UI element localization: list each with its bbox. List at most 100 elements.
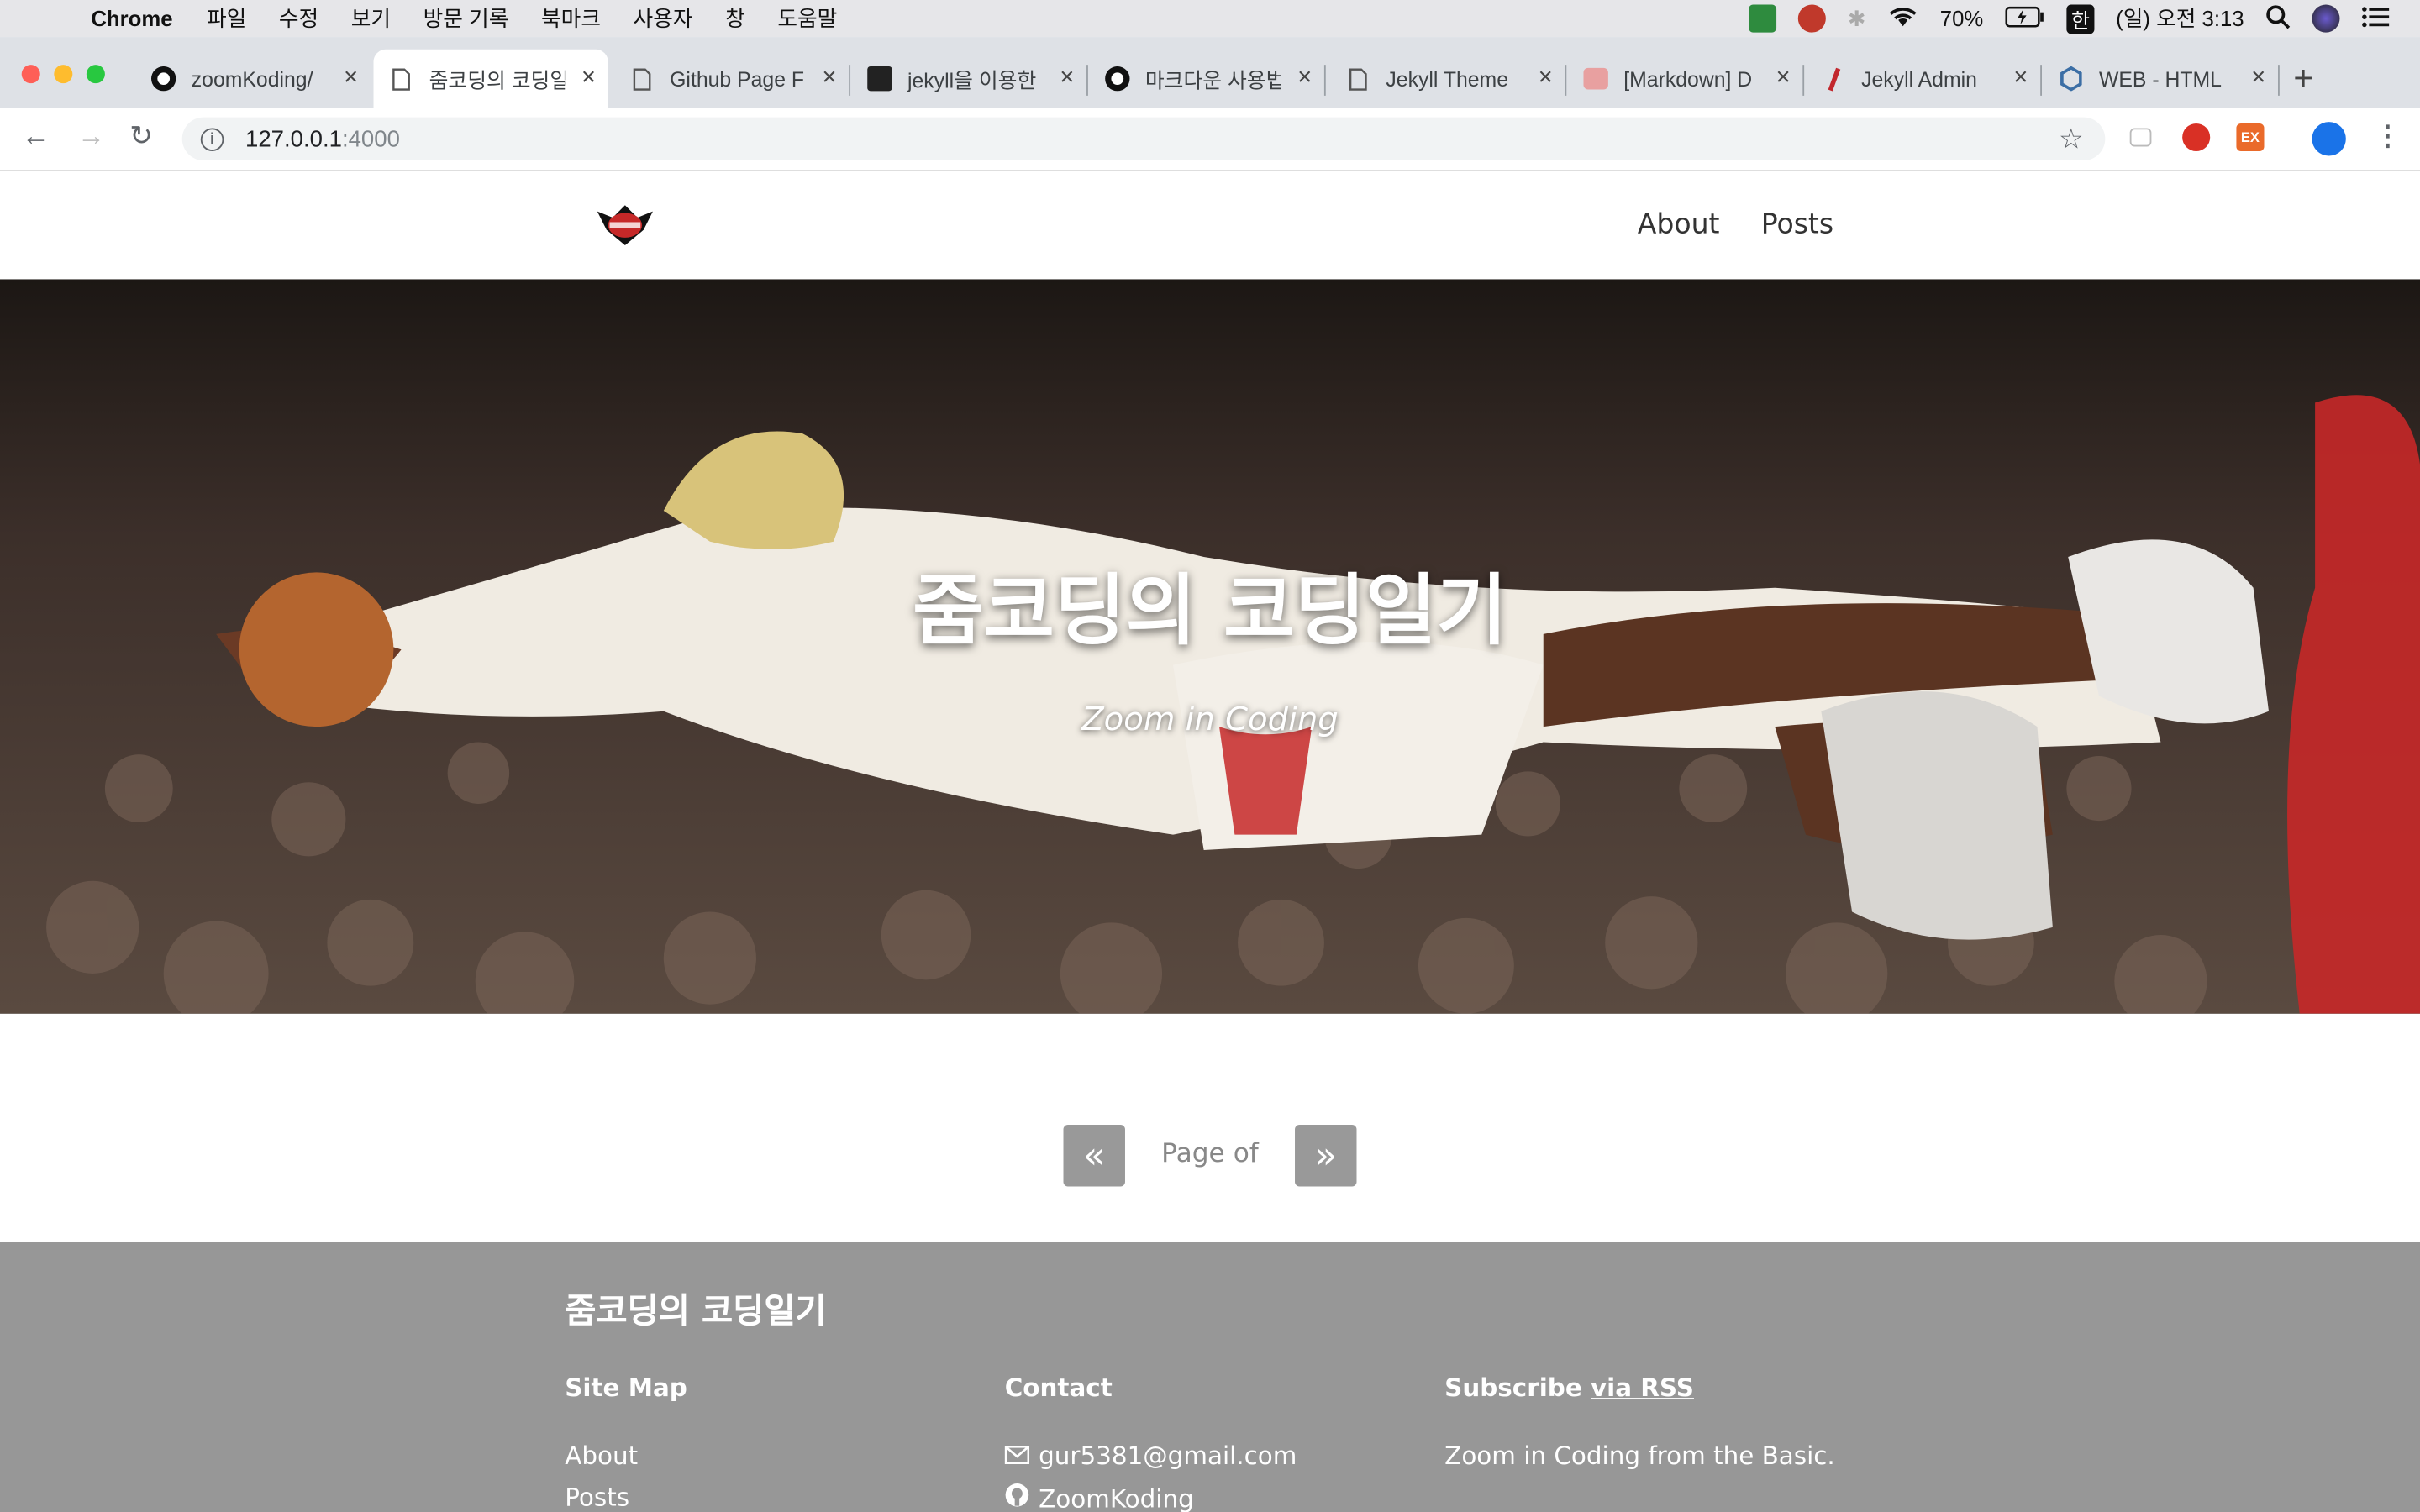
menu-view[interactable]: 보기 bbox=[351, 3, 391, 34]
adblock-extension-icon[interactable] bbox=[2182, 123, 2211, 151]
status-app-icon[interactable] bbox=[1749, 4, 1777, 33]
tab-title: 마크다운 사용법 bbox=[1144, 69, 1281, 93]
back-arrow-icon[interactable]: ← bbox=[22, 120, 50, 153]
menu-file[interactable]: 파일 bbox=[207, 3, 246, 34]
tab-separator bbox=[1323, 65, 1326, 96]
page-icon bbox=[1346, 66, 1370, 91]
github-icon bbox=[1005, 1483, 1029, 1512]
close-tab-icon[interactable]: × bbox=[2013, 65, 2028, 92]
tab-separator bbox=[849, 65, 851, 96]
close-tab-icon[interactable]: × bbox=[1297, 65, 1312, 92]
tab-zoomkoding-github[interactable]: zoomKoding/ × bbox=[136, 50, 371, 108]
menubar-clock[interactable]: (일) 오전 3:13 bbox=[2116, 3, 2244, 34]
github-icon bbox=[151, 66, 176, 92]
menu-help[interactable]: 도움말 bbox=[777, 3, 837, 34]
tab-separator bbox=[1565, 65, 1567, 96]
address-bar[interactable]: i 127.0.0.1 :4000 ☆ bbox=[182, 117, 2106, 161]
close-tab-icon[interactable]: × bbox=[1060, 65, 1074, 92]
footer-subscribe-text: Zoom in Coding from the Basic. bbox=[1444, 1441, 1835, 1471]
hero-banner: 줌코딩의 코딩일기 Zoom in Coding bbox=[0, 279, 2420, 1014]
tab-markdown-usage[interactable]: 마크다운 사용법 × bbox=[1090, 50, 1326, 108]
tab-strip: zoomKoding/ × 줌코딩의 코딩일 × Github Page F ×… bbox=[0, 37, 2420, 108]
forward-arrow-icon[interactable]: → bbox=[77, 120, 105, 153]
chat-status-icon[interactable] bbox=[1798, 4, 1827, 33]
markdown-icon bbox=[1583, 66, 1608, 91]
tab-separator bbox=[1802, 65, 1805, 96]
hero-title: 줌코딩의 코딩일기 bbox=[913, 566, 1507, 656]
tab-active-site[interactable]: 줌코딩의 코딩일 × bbox=[373, 49, 608, 108]
kebab-menu-icon[interactable]: ⋮ bbox=[2374, 120, 2402, 153]
tab-separator bbox=[2278, 65, 2280, 96]
tab-title: 줌코딩의 코딩일 bbox=[429, 69, 566, 93]
tab-jekyll-admin[interactable]: Jekyll Admin × bbox=[1806, 50, 2042, 108]
footer-site-title: 줌코딩의 코딩일기 bbox=[565, 1293, 827, 1332]
tab-separator bbox=[2040, 65, 2042, 96]
page-icon bbox=[389, 66, 413, 91]
close-tab-icon[interactable]: × bbox=[2251, 65, 2265, 92]
close-tab-icon[interactable]: × bbox=[1776, 65, 1790, 92]
tab-title: Jekyll Admin bbox=[1861, 66, 1977, 91]
previous-page-button[interactable]: « bbox=[1063, 1124, 1125, 1187]
menu-history[interactable]: 방문 기록 bbox=[424, 3, 509, 34]
tab-title: [Markdown] D bbox=[1623, 66, 1753, 91]
footer-sitemap-heading: Site Map bbox=[565, 1373, 687, 1403]
tab-title: Jekyll Theme bbox=[1386, 66, 1509, 91]
menu-bookmarks[interactable]: 북마크 bbox=[541, 3, 601, 34]
rss-link[interactable]: via RSS bbox=[1591, 1373, 1694, 1403]
menubar-app-name[interactable]: Chrome bbox=[91, 6, 172, 30]
footer-email-link[interactable]: gur5381@gmail.com bbox=[1004, 1441, 1297, 1471]
bluetooth-icon[interactable]: ✱ bbox=[1848, 5, 1866, 31]
page-indicator: Page of bbox=[1161, 1138, 1259, 1170]
macos-menubar: Chrome 파일 수정 보기 방문 기록 북마크 사용자 창 도움말 ✱ 70… bbox=[0, 0, 2420, 38]
footer-about-link[interactable]: About bbox=[565, 1441, 638, 1471]
tab-title: WEB - HTML bbox=[2098, 66, 2222, 91]
site-footer: 줌코딩의 코딩일기 Site Map About Posts Contact g… bbox=[0, 1242, 2420, 1512]
footer-github-link[interactable]: ZoomKoding bbox=[1005, 1483, 1194, 1512]
nav-about-link[interactable]: About bbox=[1638, 208, 1720, 241]
close-tab-icon[interactable]: × bbox=[581, 65, 596, 92]
tab-markdown-doc[interactable]: [Markdown] D × bbox=[1568, 50, 1805, 108]
address-port: :4000 bbox=[341, 125, 400, 152]
blog-icon bbox=[867, 66, 892, 92]
site-header: About Posts bbox=[0, 171, 2420, 280]
battery-percent[interactable]: 70% bbox=[1940, 6, 1983, 30]
bookmark-star-icon[interactable]: ☆ bbox=[2059, 123, 2084, 155]
hex-icon bbox=[2059, 66, 2083, 92]
jekyll-icon bbox=[1821, 66, 1845, 91]
notification-center-icon[interactable] bbox=[2361, 5, 2390, 31]
menu-people[interactable]: 사용자 bbox=[634, 3, 693, 34]
tab-title: zoomKoding/ bbox=[191, 66, 313, 91]
close-window-button[interactable] bbox=[21, 65, 40, 84]
profile-avatar-icon[interactable] bbox=[2312, 122, 2346, 156]
window-controls bbox=[21, 65, 105, 84]
nav-posts-link[interactable]: Posts bbox=[1761, 208, 1833, 241]
menu-window[interactable]: 창 bbox=[725, 3, 745, 34]
input-source-indicator[interactable]: 한 bbox=[2066, 3, 2095, 34]
github-icon bbox=[1105, 66, 1130, 92]
close-tab-icon[interactable]: × bbox=[1539, 65, 1553, 92]
close-tab-icon[interactable]: × bbox=[822, 65, 836, 92]
menu-edit[interactable]: 수정 bbox=[279, 3, 318, 34]
tab-github-page[interactable]: Github Page F × bbox=[614, 50, 851, 108]
wifi-icon[interactable] bbox=[1887, 4, 1918, 34]
browser-toolbar: ← → ↻ i 127.0.0.1 :4000 ☆ EX ⋮ bbox=[0, 108, 2420, 171]
tab-web-html[interactable]: WEB - HTML × bbox=[2044, 50, 2280, 108]
siri-icon[interactable] bbox=[2312, 4, 2340, 33]
reload-icon[interactable]: ↻ bbox=[129, 120, 153, 153]
cast-extension-icon[interactable] bbox=[2129, 128, 2152, 147]
new-tab-icon[interactable]: + bbox=[2293, 59, 2313, 99]
close-tab-icon[interactable]: × bbox=[344, 65, 358, 92]
footer-email-text: gur5381@gmail.com bbox=[1039, 1441, 1297, 1471]
info-icon[interactable]: i bbox=[200, 127, 224, 151]
minimize-window-button[interactable] bbox=[54, 65, 73, 84]
spotlight-search-icon[interactable] bbox=[2265, 4, 2291, 34]
ex-extension-icon[interactable]: EX bbox=[2236, 123, 2265, 151]
tab-jekyll-theme[interactable]: Jekyll Theme × bbox=[1330, 50, 1567, 108]
footer-posts-link[interactable]: Posts bbox=[565, 1483, 629, 1512]
hero-subtitle: Zoom in Coding bbox=[1081, 700, 1339, 738]
next-page-button[interactable]: » bbox=[1295, 1124, 1357, 1187]
tab-jekyll-blog[interactable]: jekyll을 이용한 × bbox=[852, 50, 1088, 108]
battery-icon[interactable] bbox=[2005, 5, 2045, 31]
zoom-window-button[interactable] bbox=[86, 65, 105, 84]
site-logo[interactable] bbox=[594, 202, 655, 249]
